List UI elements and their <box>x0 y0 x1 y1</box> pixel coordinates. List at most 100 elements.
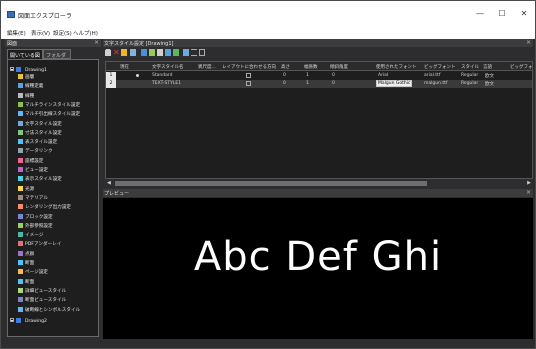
tree-item[interactable]: 破断線とシンボルスタイル <box>18 306 80 313</box>
tab-folder[interactable]: フォルダー <box>43 49 71 66</box>
drawing-tree: Drawing1 画層線種定義線種マルチラインスタイル設定 マルチ引出線スタイル設… <box>7 59 99 337</box>
purge-icon[interactable] <box>165 49 171 56</box>
column-header[interactable]: 言語 <box>483 64 492 70</box>
scroll-thumb[interactable] <box>115 181 427 186</box>
tab-open-drawings[interactable]: 開いている図面 <box>7 49 43 66</box>
tree-item[interactable]: 光源 <box>18 185 34 192</box>
copy-icon[interactable] <box>149 49 155 56</box>
width-factor-cell[interactable]: 1 <box>306 73 309 78</box>
tree-item[interactable]: 線種 <box>18 92 34 99</box>
tree-root-drawing2[interactable]: Drawing2 <box>10 318 47 324</box>
preview-title: プレビュー <box>104 191 130 197</box>
column-header[interactable]: ビッグフォ <box>510 64 533 70</box>
menu-help[interactable]: ヘルプ(H) <box>73 29 98 37</box>
column-header[interactable]: 高さ <box>281 64 290 70</box>
tree-item[interactable]: 断面 <box>18 278 34 285</box>
close-button[interactable]: ✕ <box>517 9 531 19</box>
font-style-cell[interactable]: Regular <box>461 81 478 86</box>
tree-item-label: データリンク <box>25 149 53 155</box>
table-row[interactable]: 2 TEXT-STYLE1 0 1 0 Malgun Gothic malgun… <box>106 80 532 88</box>
tree-item[interactable]: PDFアンダーレイ <box>18 241 61 247</box>
tree-item[interactable]: 断面ビュースタイル <box>18 297 66 303</box>
minimize-button[interactable]: — <box>473 9 487 19</box>
new-style-icon[interactable] <box>105 49 111 56</box>
font-style-cell[interactable]: Regular <box>461 73 478 78</box>
columns-icon[interactable] <box>199 49 205 56</box>
column-header[interactable]: 幅係数 <box>304 64 318 70</box>
tree-item[interactable]: マルチラインスタイル設定 <box>18 101 80 108</box>
language-cell[interactable]: 欧文 <box>485 81 494 87</box>
layout-orientation-checkbox[interactable] <box>246 81 251 86</box>
tree-item[interactable]: ブロック設定 <box>18 213 53 220</box>
tree-item[interactable]: データリンク <box>18 148 53 154</box>
language-cell[interactable]: 欧文 <box>485 73 494 79</box>
tree-item[interactable]: ビュー設定 <box>18 167 48 173</box>
refresh-icon[interactable] <box>173 49 179 56</box>
tree-item[interactable]: レンダリング出力設定 <box>18 204 71 210</box>
font-cell[interactable]: Arial <box>378 73 388 78</box>
grid-view-icon[interactable] <box>183 49 189 56</box>
bigfont-cell[interactable]: malgun.ttf <box>424 81 448 86</box>
scroll-left-icon[interactable]: ◀ <box>107 180 111 186</box>
layout-orientation-checkbox[interactable] <box>246 73 251 78</box>
preview-close-icon[interactable]: × <box>526 189 531 196</box>
table-row[interactable]: 1 Standard 0 1 0 Arial arial.ttf Regular… <box>106 72 532 80</box>
tree-item[interactable]: 外部参照設定 <box>18 222 53 229</box>
document-close-icon[interactable]: × <box>526 39 531 46</box>
expand-icon[interactable] <box>10 318 14 322</box>
menu-view[interactable]: 表示(V) <box>31 29 50 37</box>
tree-item[interactable]: マテリアル <box>18 194 48 201</box>
tree-item[interactable]: 文字スタイル設定 <box>18 120 62 127</box>
tree-item[interactable]: イメージ <box>18 232 43 238</box>
delete-style-icon[interactable]: ✕ <box>113 49 120 57</box>
tree-item[interactable]: 線種定義 <box>18 83 43 89</box>
column-header[interactable]: 現在 <box>120 64 129 70</box>
tree-item-label: PDFアンダーレイ <box>25 242 62 248</box>
height-cell[interactable]: 0 <box>283 73 286 78</box>
column-header[interactable]: 文字スタイル名 <box>152 64 184 70</box>
collapse-icon[interactable] <box>10 67 14 71</box>
save-icon[interactable] <box>130 49 136 56</box>
horizontal-scrollbar[interactable]: ◀ ▶ <box>105 180 533 187</box>
paste-icon[interactable] <box>157 49 163 56</box>
tree-item[interactable]: 寸法スタイル設定 <box>18 129 62 136</box>
tree-item[interactable]: 画層 <box>18 74 34 80</box>
list-view-icon[interactable] <box>191 49 197 56</box>
column-header[interactable]: 使用されたフォント <box>376 64 417 70</box>
column-header[interactable]: 異尺度... <box>198 64 216 70</box>
height-cell[interactable]: 0 <box>283 81 286 86</box>
bigfont-cell[interactable]: arial.ttf <box>424 73 440 78</box>
column-header[interactable]: 傾斜角度 <box>330 64 348 70</box>
tree-item[interactable]: 断面 <box>18 260 34 266</box>
tree-item[interactable]: ページ設定 <box>18 269 48 275</box>
oblique-angle-cell[interactable]: 0 <box>332 73 335 78</box>
drawings-panel-header: 図面 × <box>5 39 101 47</box>
drawing-icon <box>16 67 22 72</box>
scroll-right-icon[interactable]: ▶ <box>527 180 531 186</box>
column-header[interactable]: レイアウトに合わせる方向 <box>222 64 276 70</box>
width-factor-cell[interactable]: 1 <box>306 81 309 86</box>
tree-item-label: イメージ <box>25 233 44 239</box>
tree-item-icon <box>18 176 23 182</box>
style-name-cell[interactable]: TEXT-STYLE1 <box>152 81 181 86</box>
panel-close-icon[interactable]: × <box>94 39 99 46</box>
tree-item[interactable]: 表示スタイル設定 <box>18 176 62 182</box>
tree-root-drawing1[interactable]: Drawing1 <box>10 67 47 73</box>
app-icon <box>7 11 15 18</box>
maximize-button[interactable]: ☐ <box>495 9 509 19</box>
column-header[interactable]: ビッグフォント <box>424 64 456 70</box>
tree-item[interactable]: マルチ引出線スタイル設定 <box>18 111 80 117</box>
font-dropdown[interactable]: Malgun Gothic <box>376 80 413 87</box>
menu-edit[interactable]: 編集(E) <box>7 29 26 37</box>
set-current-icon[interactable] <box>121 49 127 56</box>
oblique-angle-cell[interactable]: 0 <box>332 81 335 86</box>
menu-settings[interactable]: 設定(S) <box>53 29 72 37</box>
import-icon[interactable] <box>141 49 147 56</box>
column-header[interactable]: スタイル <box>461 64 479 70</box>
tree-item[interactable]: 点群 <box>18 250 34 257</box>
tree-item-label: 外部参照設定 <box>25 223 53 229</box>
style-name-cell[interactable]: Standard <box>152 73 172 78</box>
tree-item[interactable]: 詳細ビュースタイル <box>18 287 66 294</box>
tree-item[interactable]: 座標設定 <box>18 157 43 164</box>
tree-item[interactable]: 表スタイル設定 <box>18 139 57 145</box>
